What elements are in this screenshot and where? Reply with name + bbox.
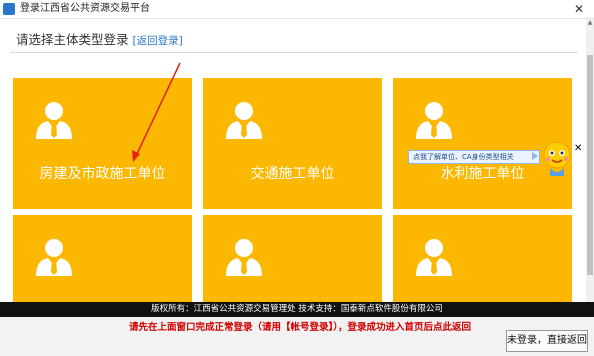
- person-icon: [36, 102, 72, 139]
- help-tooltip[interactable]: 点我了解单位、CA身份类型相关: [408, 150, 540, 164]
- person-icon: [226, 239, 262, 276]
- tooltip-pointer: [532, 152, 538, 160]
- card-label: 房建及市政施工单位: [39, 166, 166, 182]
- person-icon: [416, 102, 452, 139]
- card-housing-municipal[interactable]: 房建及市政施工单位: [13, 78, 192, 209]
- card-label: 交通施工单位: [250, 166, 335, 182]
- heading-text: 请选择主体类型登录: [16, 32, 129, 47]
- vertical-scrollbar[interactable]: ▲: [586, 19, 594, 302]
- person-icon: [416, 239, 452, 276]
- card-row2-3[interactable]: [393, 215, 572, 302]
- mascot-close-button[interactable]: ✕: [574, 143, 582, 154]
- title-bar: 登录江西省公共资源交易平台 ✕: [0, 0, 594, 19]
- page-heading: 请选择主体类型登录 [返回登录]: [16, 29, 183, 48]
- person-icon: [36, 239, 72, 276]
- footer-action-area: 请先在上面窗口完成正常登录（请用【帐号登录】），登录成功进入首页后点此返回 未登…: [0, 317, 594, 356]
- app-icon: [3, 3, 15, 15]
- card-transport[interactable]: 交通施工单位: [203, 78, 382, 209]
- tooltip-text: 点我了解单位、CA身份类型相关: [413, 153, 514, 161]
- close-button[interactable]: ✕: [570, 0, 588, 18]
- footer-copyright-bar: 版权所有：江西省公共资源交易管理处 技术支持：国泰新点软件股份有限公司: [0, 302, 594, 317]
- scroll-up-arrow-icon[interactable]: ▲: [586, 19, 594, 29]
- card-row2-1[interactable]: [13, 215, 192, 302]
- window-title: 登录江西省公共资源交易平台: [20, 3, 150, 14]
- copyright-text: 版权所有：江西省公共资源交易管理处 技术支持：国泰新点软件股份有限公司: [151, 304, 443, 314]
- heading-divider: [10, 52, 578, 53]
- return-without-login-button[interactable]: 未登录，直接返回: [506, 330, 588, 352]
- scrollbar-thumb[interactable]: [587, 55, 593, 275]
- back-to-login-link[interactable]: [返回登录]: [133, 35, 183, 47]
- person-icon: [226, 102, 262, 139]
- mascot-icon[interactable]: [540, 138, 574, 178]
- login-notice: 请先在上面窗口完成正常登录（请用【帐号登录】），登录成功进入首页后点此返回: [128, 322, 471, 333]
- card-row2-2[interactable]: [203, 215, 382, 302]
